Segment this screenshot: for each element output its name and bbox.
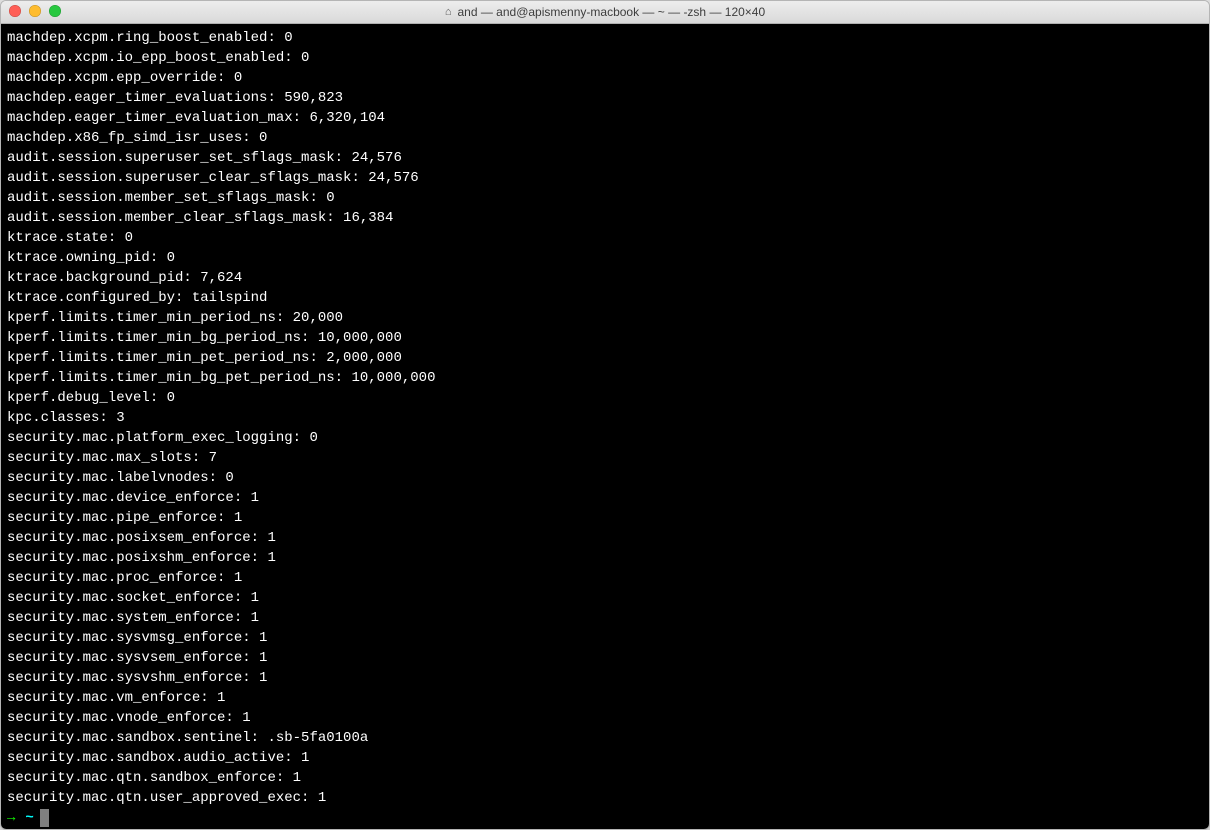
output-line: ktrace.background_pid: 7,624 xyxy=(7,268,1203,288)
titlebar[interactable]: ⌂ and — and@apismenny-macbook — ~ — -zsh… xyxy=(1,1,1209,24)
output-line: security.mac.pipe_enforce: 1 xyxy=(7,508,1203,528)
output-line: security.mac.sysvmsg_enforce: 1 xyxy=(7,628,1203,648)
output-line: kperf.limits.timer_min_pet_period_ns: 2,… xyxy=(7,348,1203,368)
output-line: security.mac.sysvsem_enforce: 1 xyxy=(7,648,1203,668)
output-line: security.mac.system_enforce: 1 xyxy=(7,608,1203,628)
output-line: security.mac.device_enforce: 1 xyxy=(7,488,1203,508)
output-line: security.mac.vm_enforce: 1 xyxy=(7,688,1203,708)
output-line: machdep.xcpm.ring_boost_enabled: 0 xyxy=(7,28,1203,48)
output-line: machdep.x86_fp_simd_isr_uses: 0 xyxy=(7,128,1203,148)
prompt-arrow-icon: → xyxy=(7,808,15,828)
output-line: security.mac.sandbox.audio_active: 1 xyxy=(7,748,1203,768)
output-line: security.mac.max_slots: 7 xyxy=(7,448,1203,468)
output-line: security.mac.labelvnodes: 0 xyxy=(7,468,1203,488)
output-line: security.mac.proc_enforce: 1 xyxy=(7,568,1203,588)
output-line: kperf.limits.timer_min_period_ns: 20,000 xyxy=(7,308,1203,328)
output-line: kpc.classes: 3 xyxy=(7,408,1203,428)
output-line: machdep.xcpm.io_epp_boost_enabled: 0 xyxy=(7,48,1203,68)
window-title: and — and@apismenny-macbook — ~ — -zsh —… xyxy=(457,5,765,19)
terminal-body[interactable]: machdep.xcpm.ring_boost_enabled: 0machde… xyxy=(1,24,1209,829)
output-line: security.mac.qtn.sandbox_enforce: 1 xyxy=(7,768,1203,788)
output-line: security.mac.qtn.user_approved_exec: 1 xyxy=(7,788,1203,808)
output-line: machdep.xcpm.epp_override: 0 xyxy=(7,68,1203,88)
prompt-line[interactable]: →~ xyxy=(7,808,1203,828)
output-line: ktrace.configured_by: tailspind xyxy=(7,288,1203,308)
terminal-window: ⌂ and — and@apismenny-macbook — ~ — -zsh… xyxy=(0,0,1210,830)
home-icon: ⌂ xyxy=(445,7,452,18)
output-line: security.mac.socket_enforce: 1 xyxy=(7,588,1203,608)
window-title-wrap: ⌂ and — and@apismenny-macbook — ~ — -zsh… xyxy=(9,5,1201,19)
output-line: security.mac.vnode_enforce: 1 xyxy=(7,708,1203,728)
output-line: audit.session.superuser_clear_sflags_mas… xyxy=(7,168,1203,188)
output-line: machdep.eager_timer_evaluation_max: 6,32… xyxy=(7,108,1203,128)
output-line: machdep.eager_timer_evaluations: 590,823 xyxy=(7,88,1203,108)
output-line: ktrace.state: 0 xyxy=(7,228,1203,248)
zoom-button[interactable] xyxy=(49,5,61,17)
output-line: audit.session.member_clear_sflags_mask: … xyxy=(7,208,1203,228)
output-line: security.mac.sysvshm_enforce: 1 xyxy=(7,668,1203,688)
cursor-icon xyxy=(40,809,49,827)
output-line: security.mac.platform_exec_logging: 0 xyxy=(7,428,1203,448)
output-line: audit.session.member_set_sflags_mask: 0 xyxy=(7,188,1203,208)
prompt-cwd: ~ xyxy=(25,808,33,828)
output-line: security.mac.posixshm_enforce: 1 xyxy=(7,548,1203,568)
output-line: audit.session.superuser_set_sflags_mask:… xyxy=(7,148,1203,168)
close-button[interactable] xyxy=(9,5,21,17)
output-line: security.mac.posixsem_enforce: 1 xyxy=(7,528,1203,548)
output-line: kperf.limits.timer_min_bg_period_ns: 10,… xyxy=(7,328,1203,348)
output-line: security.mac.sandbox.sentinel: .sb-5fa01… xyxy=(7,728,1203,748)
traffic-lights xyxy=(9,5,61,17)
output-line: kperf.limits.timer_min_bg_pet_period_ns:… xyxy=(7,368,1203,388)
output-line: ktrace.owning_pid: 0 xyxy=(7,248,1203,268)
output-line: kperf.debug_level: 0 xyxy=(7,388,1203,408)
minimize-button[interactable] xyxy=(29,5,41,17)
